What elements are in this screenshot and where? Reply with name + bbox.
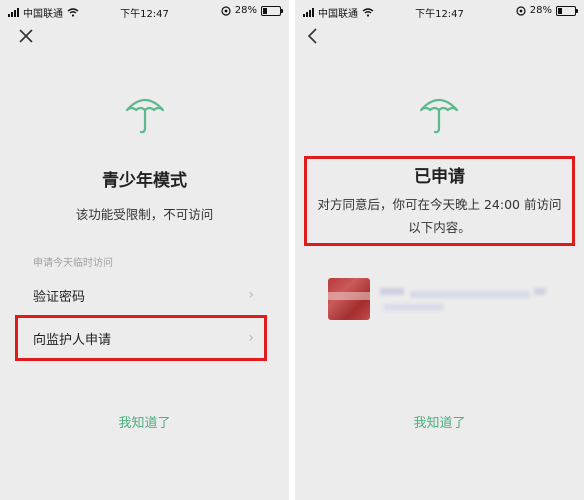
acknowledge-button[interactable]: 我知道了 bbox=[0, 412, 289, 431]
highlight-box bbox=[304, 156, 575, 246]
requested-content-item bbox=[328, 278, 548, 320]
status-bar: 中国联通 下午12:47 28% bbox=[0, 0, 289, 22]
page-title: 青少年模式 bbox=[102, 171, 187, 191]
chevron-right-icon: › bbox=[248, 287, 254, 303]
section-label: 申请今天临时访问 bbox=[33, 258, 113, 269]
battery-icon bbox=[556, 5, 578, 16]
request-sent-screen: 中国联通 下午12:47 28% 已申请 对方同意后，你可在今天晚上 24:00… bbox=[295, 0, 584, 500]
blurred-text bbox=[534, 288, 546, 295]
umbrella-icon bbox=[419, 98, 459, 134]
page-subtitle: 该功能受限制，不可访问 bbox=[75, 207, 214, 222]
close-icon[interactable] bbox=[16, 26, 36, 46]
list-item-label: 验证密码 bbox=[33, 289, 86, 305]
acknowledge-button[interactable]: 我知道了 bbox=[295, 412, 584, 431]
orientation-lock-icon bbox=[516, 5, 526, 16]
content-thumbnail bbox=[328, 278, 370, 320]
battery-percent: 28% bbox=[529, 5, 552, 16]
battery-percent: 28% bbox=[234, 5, 257, 16]
blurred-text bbox=[380, 288, 404, 295]
teen-mode-screen: 中国联通 下午12:47 28% 青少年模式 该功能受限制，不可访问 申请今天临… bbox=[0, 0, 289, 500]
blurred-text bbox=[384, 304, 444, 311]
verify-password-item[interactable]: 验证密码 › bbox=[16, 274, 268, 316]
orientation-lock-icon bbox=[221, 5, 231, 16]
umbrella-icon bbox=[125, 98, 165, 134]
blurred-text bbox=[410, 291, 530, 298]
highlight-box bbox=[15, 315, 267, 361]
back-chevron-icon[interactable] bbox=[303, 26, 323, 46]
status-bar: 中国联通 下午12:47 28% bbox=[295, 0, 584, 22]
battery-icon bbox=[261, 5, 283, 16]
